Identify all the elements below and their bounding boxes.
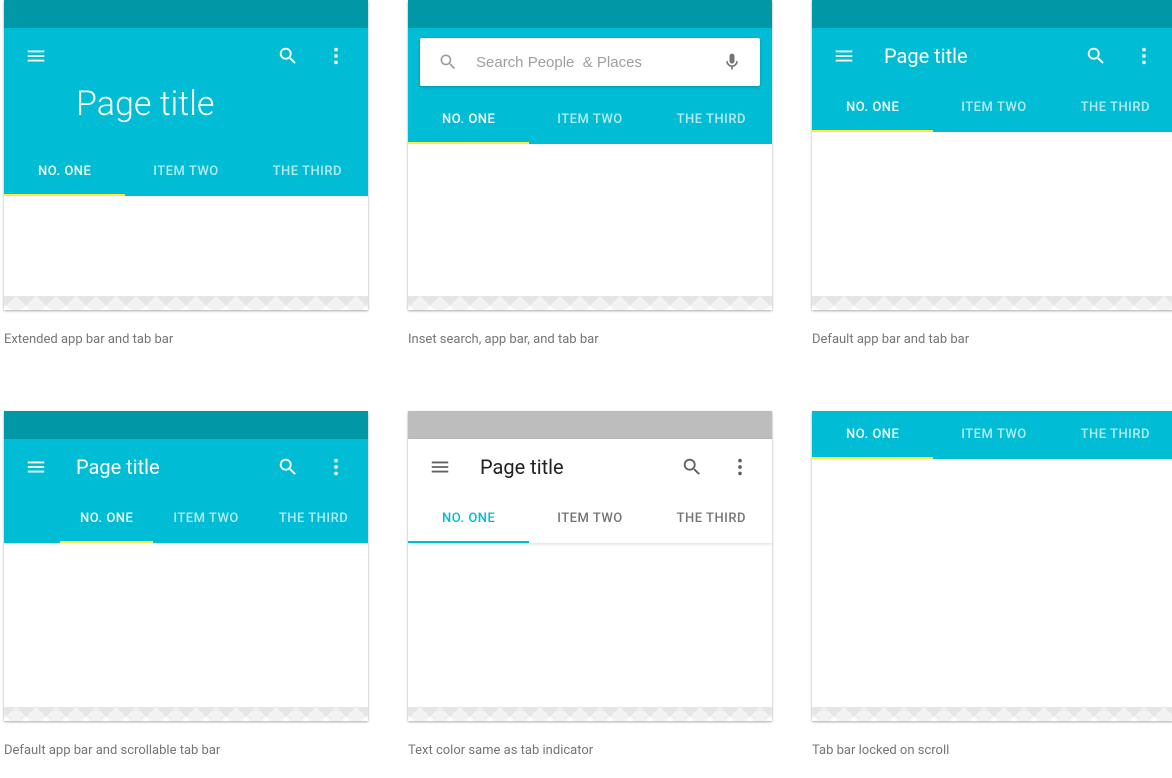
app-bar: Page title NO. ONE ITEM TWO THE THIRD (4, 439, 368, 543)
search-icon (428, 52, 468, 72)
menu-icon[interactable] (12, 443, 60, 491)
tab-one[interactable]: NO. ONE (812, 411, 933, 459)
tab-two[interactable]: ITEM TWO (153, 495, 258, 543)
tab-one[interactable]: NO. ONE (4, 148, 125, 196)
tab-bar: NO. ONE ITEM TWO THE THIRD (812, 411, 1172, 459)
tab-three[interactable]: THE THIRD (259, 495, 368, 543)
more-icon[interactable] (1120, 32, 1168, 80)
tab-bar: NO. ONE ITEM TWO THE THIRD (812, 84, 1172, 132)
page-title: Page title (4, 84, 368, 148)
example-locked-tabs: NO. ONE ITEM TWO THE THIRD Tab bar locke… (812, 411, 1172, 758)
more-icon[interactable] (312, 32, 360, 80)
tab-three[interactable]: THE THIRD (651, 495, 772, 543)
content-area (812, 132, 1172, 310)
tab-one[interactable]: NO. ONE (60, 495, 153, 543)
search-icon[interactable] (1072, 32, 1120, 80)
tab-one[interactable]: NO. ONE (812, 84, 933, 132)
menu-icon[interactable] (416, 443, 464, 491)
search-icon[interactable] (264, 32, 312, 80)
menu-icon[interactable] (820, 32, 868, 80)
content-area (4, 196, 368, 310)
status-bar (4, 0, 368, 28)
tab-three[interactable]: THE THIRD (1055, 84, 1172, 132)
tab-three[interactable]: THE THIRD (651, 96, 772, 144)
app-bar: Page title NO. ONE ITEM TWO THE THIRD (408, 439, 772, 543)
example-default-appbar: Page title NO. ONE ITEM TWO THE THIRD D (812, 0, 1172, 347)
caption: Default app bar and tab bar (812, 310, 1172, 347)
page-title: Page title (868, 44, 968, 68)
example-inset-search: NO. ONE ITEM TWO THE THIRD Inset search,… (408, 0, 772, 347)
page-title: Page title (60, 455, 160, 479)
app-bar: NO. ONE ITEM TWO THE THIRD (408, 28, 772, 144)
content-area (4, 543, 368, 721)
status-bar (408, 0, 772, 28)
caption: Tab bar locked on scroll (812, 721, 1172, 758)
caption: Text color same as tab indicator (408, 721, 772, 758)
tab-bar: NO. ONE ITEM TWO THE THIRD (408, 495, 772, 543)
tab-two[interactable]: ITEM TWO (529, 495, 650, 543)
tab-two[interactable]: ITEM TWO (125, 148, 246, 196)
page-title: Page title (464, 455, 564, 479)
status-bar (812, 0, 1172, 28)
content-area (812, 459, 1172, 721)
search-input[interactable] (468, 54, 712, 71)
content-area (408, 144, 772, 310)
caption: Inset search, app bar, and tab bar (408, 310, 772, 347)
example-light-appbar: Page title NO. ONE ITEM TWO THE THIRD T (408, 411, 772, 758)
tab-three[interactable]: THE THIRD (247, 148, 368, 196)
menu-icon[interactable] (12, 32, 60, 80)
example-scrollable-tabs: Page title NO. ONE ITEM TWO THE THIRD D (4, 411, 368, 758)
content-area (408, 543, 772, 721)
app-bar: Page title NO. ONE ITEM TWO THE THIRD (812, 28, 1172, 132)
tab-bar-scrollable[interactable]: NO. ONE ITEM TWO THE THIRD (4, 495, 368, 543)
search-field[interactable] (420, 38, 760, 86)
tab-two[interactable]: ITEM TWO (933, 84, 1054, 132)
tab-one[interactable]: NO. ONE (408, 96, 529, 144)
mic-icon[interactable] (712, 52, 752, 72)
search-icon[interactable] (668, 443, 716, 491)
tab-two[interactable]: ITEM TWO (529, 96, 650, 144)
more-icon[interactable] (716, 443, 764, 491)
caption: Default app bar and scrollable tab bar (4, 721, 368, 758)
tab-bar: NO. ONE ITEM TWO THE THIRD (408, 96, 772, 144)
caption: Extended app bar and tab bar (4, 310, 368, 347)
tab-two[interactable]: ITEM TWO (933, 411, 1054, 459)
more-icon[interactable] (312, 443, 360, 491)
tab-three[interactable]: THE THIRD (1055, 411, 1172, 459)
status-bar (4, 411, 368, 439)
search-icon[interactable] (264, 443, 312, 491)
app-bar: Page title NO. ONE ITEM TWO THE THIRD (4, 28, 368, 196)
tab-bar: NO. ONE ITEM TWO THE THIRD (4, 148, 368, 196)
example-extended-appbar: Page title NO. ONE ITEM TWO THE THIRD Ex… (4, 0, 368, 347)
tab-one[interactable]: NO. ONE (408, 495, 529, 543)
status-bar (408, 411, 772, 439)
